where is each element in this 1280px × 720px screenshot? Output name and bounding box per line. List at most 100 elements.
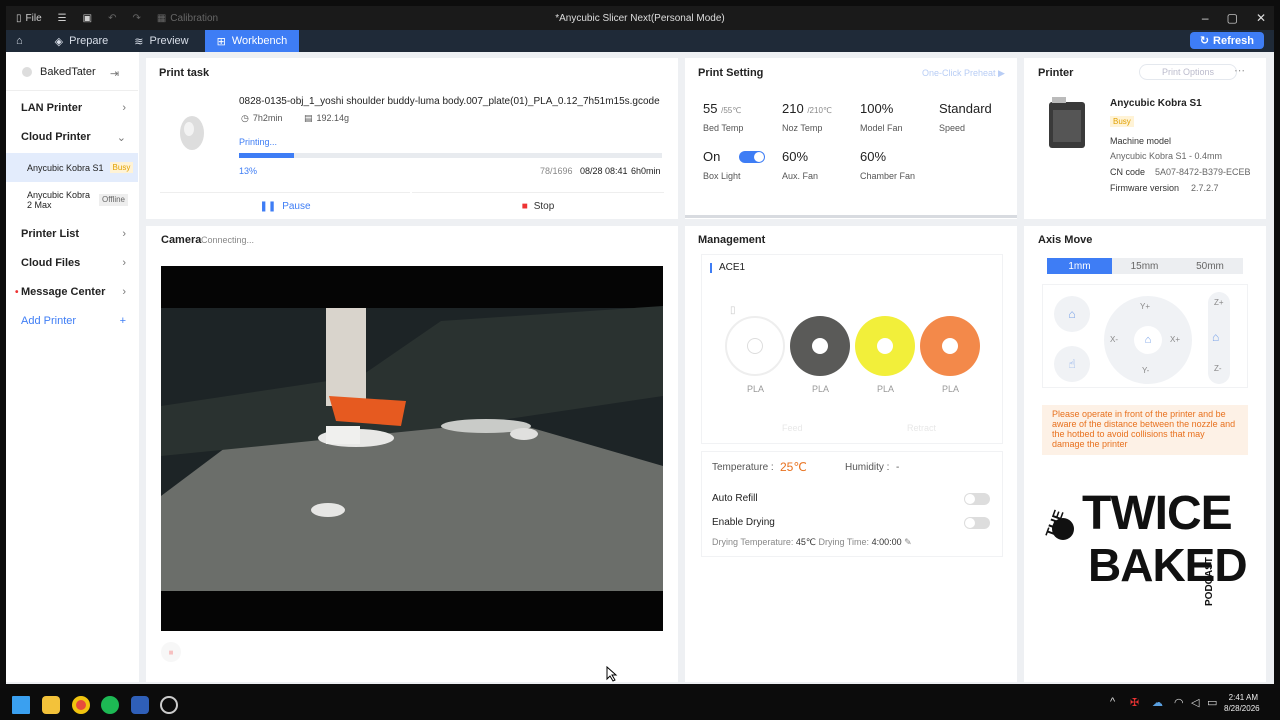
refresh-icon: ↻	[1199, 35, 1210, 47]
add-printer-button[interactable]: Add Printer +	[6, 307, 138, 335]
y-plus-button[interactable]: Y+	[1140, 302, 1150, 311]
speed-value[interactable]: Standard	[939, 101, 992, 116]
progress-bar	[239, 153, 662, 158]
spool-label: PLA	[747, 384, 765, 394]
volume-icon[interactable]: ◁	[1191, 696, 1199, 709]
chevron-down-icon: ⌄	[116, 131, 126, 144]
z-minus-button[interactable]: Z-	[1214, 364, 1222, 373]
print-options-button[interactable]: Print Options	[1139, 64, 1237, 80]
home-all-button[interactable]: ⌂	[1134, 326, 1162, 354]
divider	[6, 90, 138, 91]
logout-icon[interactable]: ⇥	[110, 67, 119, 80]
save-icon[interactable]: ▣	[83, 13, 92, 24]
chevron-up-icon[interactable]: ^	[1110, 696, 1115, 708]
home-xy-button[interactable]: ⌂	[1054, 296, 1090, 332]
firmware-label: Firmware version	[1110, 183, 1180, 193]
filament-spool[interactable]	[920, 316, 980, 376]
noz-temp-label: Noz Temp	[782, 123, 823, 133]
auto-refill-toggle[interactable]	[964, 493, 990, 505]
tab-prepare[interactable]: ◈ Prepare	[33, 30, 121, 52]
cloud-icon[interactable]: ☁	[1152, 696, 1163, 709]
file-icon: ▯	[16, 12, 22, 24]
x-minus-button[interactable]: X-	[1110, 335, 1118, 344]
z-plus-button[interactable]: Z+	[1214, 298, 1224, 307]
x-plus-button[interactable]: X+	[1170, 335, 1180, 344]
edit-icon[interactable]: ✎	[904, 537, 912, 547]
home-tab[interactable]: ⌂	[6, 30, 33, 52]
spool-hub	[877, 338, 893, 354]
sidebar-item-cloud-printer[interactable]: Cloud Printer ⌄	[6, 123, 138, 151]
sidebar-item-printer-list[interactable]: Printer List ›	[6, 220, 138, 248]
calibration-icon: ▦	[156, 12, 167, 24]
xy-jog-pad[interactable]: Y+ Y- X- X+ ⌂	[1104, 296, 1192, 384]
print-duration: ◷ 7h2min	[241, 113, 283, 123]
filament-spool[interactable]	[725, 316, 785, 376]
step-50mm[interactable]: 50mm	[1177, 258, 1243, 274]
model-fan-value[interactable]: 100%	[860, 101, 893, 116]
y-minus-button[interactable]: Y-	[1142, 366, 1149, 375]
file-menu[interactable]: ▯ File	[16, 13, 42, 24]
redo-icon[interactable]: ↷	[132, 13, 140, 24]
sidebar-item-lan-printer[interactable]: LAN Printer ›	[6, 94, 138, 122]
record-icon: ■	[168, 647, 174, 657]
axis-move-panel: Axis Move 1mm 15mm 50mm ⌂ ☝ Y+ Y- X- X+ …	[1024, 226, 1266, 682]
humidity-label: Humidity :	[845, 462, 890, 473]
play-icon: ▶	[998, 68, 1005, 78]
printer-image	[1049, 97, 1085, 148]
maximize-icon[interactable]: ▢	[1227, 11, 1238, 25]
more-icon[interactable]: ⋯	[1234, 64, 1245, 77]
battery-icon[interactable]: ▭	[1207, 696, 1217, 709]
chevron-right-icon: ›	[122, 102, 126, 114]
menu-icon[interactable]: ☰	[58, 13, 67, 24]
enable-drying-toggle[interactable]	[964, 517, 990, 529]
retract-button[interactable]: Retract	[907, 423, 936, 433]
aux-fan-label: Aux. Fan	[782, 171, 819, 181]
section-title: Printer	[1038, 67, 1074, 79]
step-15mm[interactable]: 15mm	[1112, 258, 1177, 274]
sidebar-item-message-center[interactable]: • Message Center ›	[6, 278, 138, 306]
sidebar: BakedTater ⇥ LAN Printer › Cloud Printer ⌄…	[6, 52, 139, 682]
tab-preview[interactable]: ≋ Preview	[120, 30, 200, 52]
sidebar-item-kobra-s1[interactable]: Anycubic Kobra S1 Busy	[6, 153, 138, 182]
minimize-icon[interactable]: –	[1202, 11, 1209, 25]
stop-button[interactable]: ■ Stop	[412, 192, 664, 219]
camera-panel: Camera Connecting... ■	[146, 226, 678, 682]
close-icon[interactable]: ✕	[1256, 11, 1266, 25]
refresh-button[interactable]: ↻ Refresh	[1189, 32, 1264, 49]
tray-app-icon[interactable]: ✠	[1130, 696, 1139, 709]
aux-fan-value[interactable]: 60%	[782, 149, 808, 164]
filament-spool[interactable]	[790, 316, 850, 376]
chrome-icon[interactable]	[72, 696, 90, 714]
pause-button[interactable]: ❚❚ Pause	[160, 192, 410, 219]
record-button[interactable]: ■	[161, 642, 181, 662]
box-light-value: On	[703, 149, 721, 164]
clock[interactable]: 2:41 AM 8/28/2026	[1224, 692, 1260, 714]
twice-baked-logo: THE TWICE BAKED PODCAST	[1042, 488, 1248, 608]
step-1mm[interactable]: 1mm	[1047, 258, 1112, 274]
warning-message: Please operate in front of the printer a…	[1042, 405, 1248, 455]
dryer-box: Temperature : 25℃ Humidity : - Auto Refi…	[701, 451, 1003, 557]
chamber-fan-value[interactable]: 60%	[860, 149, 886, 164]
file-explorer-icon[interactable]	[42, 696, 60, 714]
filament-spool[interactable]	[855, 316, 915, 376]
app-icon[interactable]	[160, 696, 178, 714]
anycubic-slicer-icon[interactable]	[131, 696, 149, 714]
box-light-toggle[interactable]	[739, 151, 765, 163]
chevron-right-icon: ›	[122, 257, 126, 269]
wifi-icon[interactable]: ◠	[1174, 696, 1184, 709]
section-title: Print Setting	[698, 67, 764, 79]
calibration-menu[interactable]: ▦ Calibration	[157, 13, 218, 24]
time: 2:41 AM	[1228, 693, 1258, 702]
home-icon[interactable]: ⌂	[1212, 330, 1219, 344]
noz-temp-value: 210 /210℃	[782, 101, 832, 116]
sidebar-item-kobra-2-max[interactable]: Anycubic Kobra 2 Max Offline	[6, 186, 138, 214]
undo-icon[interactable]: ↶	[108, 13, 116, 24]
home-z-button[interactable]: ☝	[1054, 346, 1090, 382]
windows-start-icon[interactable]	[12, 696, 30, 714]
feed-button[interactable]: Feed	[782, 423, 803, 433]
sidebar-item-cloud-files[interactable]: Cloud Files ›	[6, 249, 138, 277]
one-click-preheat-button[interactable]: One-Click Preheat ▶	[922, 68, 1005, 79]
tab-workbench[interactable]: ⊞ Workbench	[204, 30, 300, 52]
chevron-right-icon: ›	[122, 228, 126, 240]
spotify-icon[interactable]	[101, 696, 119, 714]
